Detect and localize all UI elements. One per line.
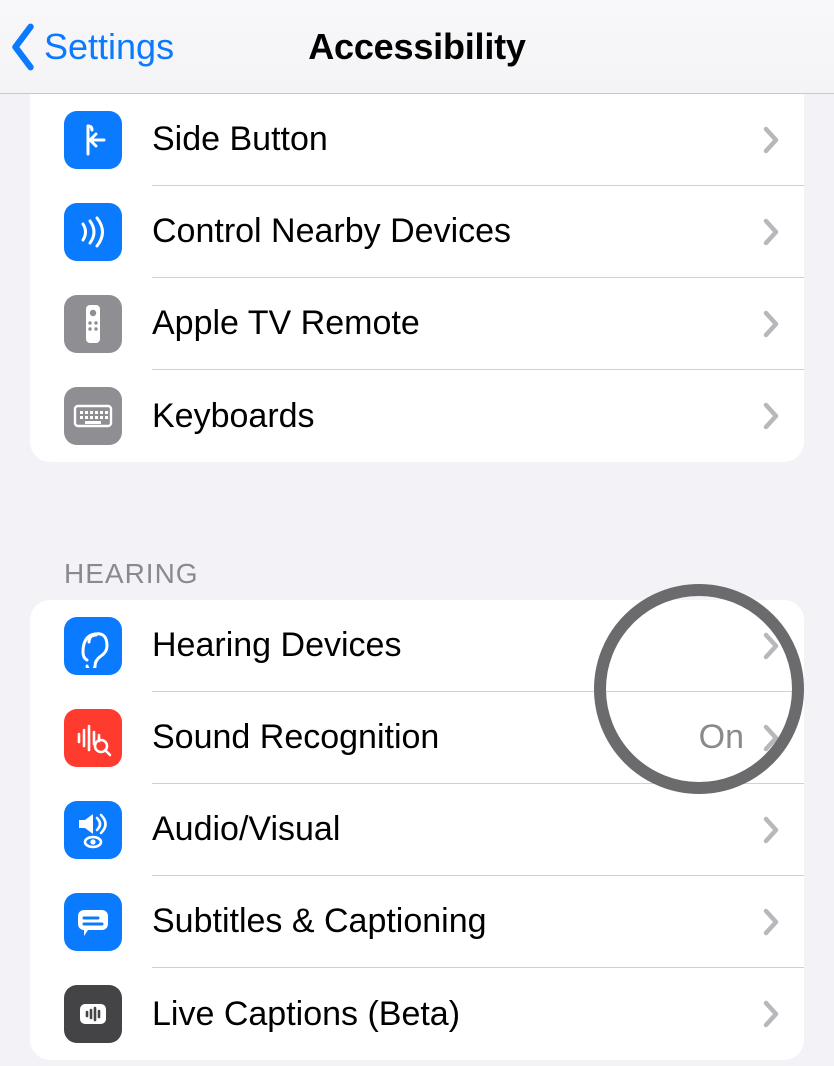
back-button[interactable]: Settings [8,23,174,71]
row-control-nearby-devices[interactable]: Control Nearby Devices [30,186,804,278]
row-side-button[interactable]: Side Button [30,94,804,186]
group-physical: Side Button Control Nearby Devices [30,94,804,462]
navigation-bar: Settings Accessibility [0,0,834,94]
chevron-left-icon [8,23,38,71]
chevron-right-icon [762,125,780,155]
row-label: Subtitles & Captioning [152,902,487,941]
live-captions-icon [64,985,122,1043]
keyboard-icon [64,387,122,445]
section-header-hearing: HEARING [30,558,804,600]
chevron-right-icon [762,723,780,753]
audio-visual-icon [64,801,122,859]
group-hearing: Hearing Devices S [30,600,804,1060]
page-title: Accessibility [308,26,526,68]
side-button-icon [64,111,122,169]
chevron-right-icon [762,815,780,845]
row-label: Audio/Visual [152,810,340,849]
row-keyboards[interactable]: Keyboards [30,370,804,462]
row-audio-visual[interactable]: Audio/Visual [30,784,804,876]
nearby-devices-icon [64,203,122,261]
row-value: On [699,718,744,757]
row-hearing-devices[interactable]: Hearing Devices [30,600,804,692]
chevron-right-icon [762,907,780,937]
row-label: Apple TV Remote [152,304,420,343]
row-label: Side Button [152,120,328,159]
content-scroll[interactable]: Side Button Control Nearby Devices [0,94,834,1066]
chevron-right-icon [762,401,780,431]
row-apple-tv-remote[interactable]: Apple TV Remote [30,278,804,370]
row-label: Sound Recognition [152,718,439,757]
ear-icon [64,617,122,675]
row-label: Hearing Devices [152,626,401,665]
chevron-right-icon [762,217,780,247]
row-label: Live Captions (Beta) [152,995,460,1034]
sound-recognition-icon [64,709,122,767]
row-label: Control Nearby Devices [152,212,511,251]
chevron-right-icon [762,999,780,1029]
chevron-right-icon [762,309,780,339]
subtitles-icon [64,893,122,951]
row-subtitles-captioning[interactable]: Subtitles & Captioning [30,876,804,968]
back-label: Settings [44,26,174,68]
row-live-captions[interactable]: Live Captions (Beta) [30,968,804,1060]
row-label: Keyboards [152,397,315,436]
chevron-right-icon [762,631,780,661]
row-sound-recognition[interactable]: Sound Recognition On [30,692,804,784]
apple-tv-remote-icon [64,295,122,353]
